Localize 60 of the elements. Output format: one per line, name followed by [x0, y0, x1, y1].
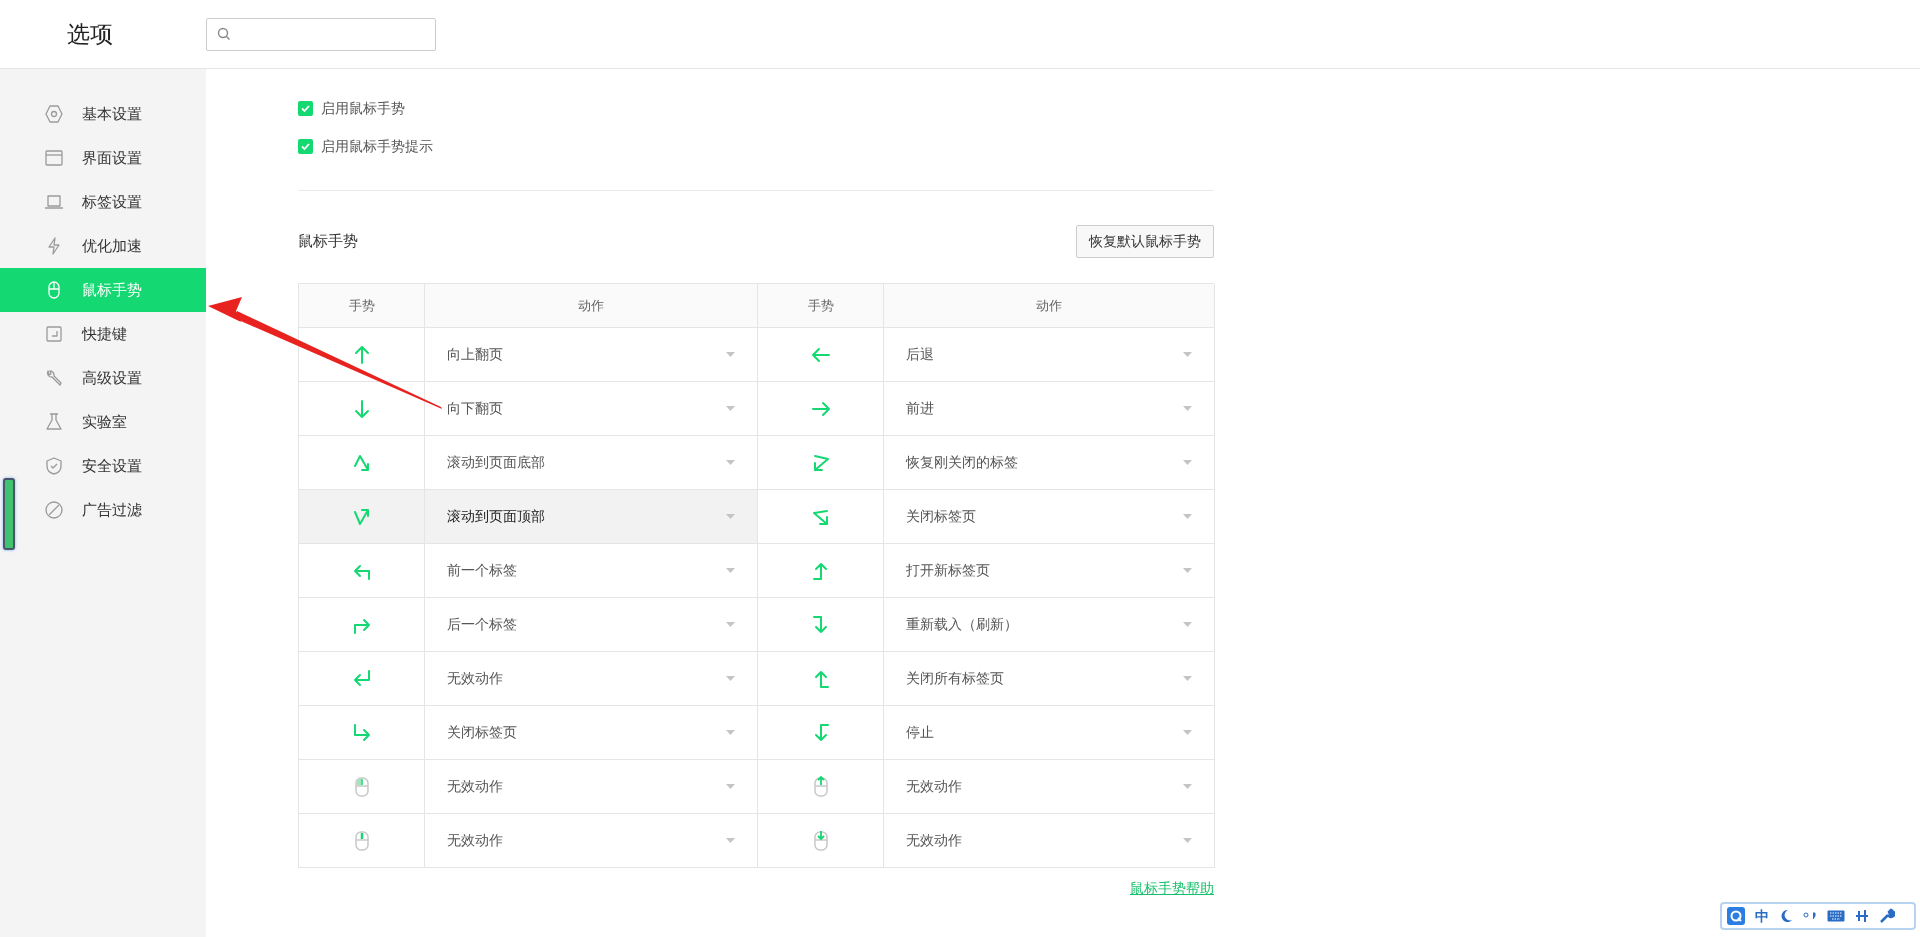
search-field[interactable]	[206, 17, 436, 51]
wrench-icon	[44, 368, 64, 388]
caret-icon	[726, 514, 735, 519]
caret-icon	[726, 460, 735, 465]
caret-icon	[1183, 514, 1192, 519]
column-header: 动作	[425, 284, 758, 328]
window-icon	[44, 148, 64, 168]
keyboard-icon[interactable]	[1827, 910, 1845, 922]
caret-icon	[726, 622, 735, 627]
checkmark-icon	[300, 141, 311, 152]
section-title: 鼠标手势	[298, 231, 358, 252]
caret-icon	[1183, 568, 1192, 573]
sidebar-item[interactable]: 优化加速	[0, 224, 206, 268]
checkbox-label: 启用鼠标手势提示	[321, 137, 433, 156]
sidebar-item[interactable]: 快捷键	[0, 312, 206, 356]
caret-icon	[726, 568, 735, 573]
caret-icon	[726, 406, 735, 411]
moon-icon[interactable]	[1779, 909, 1793, 923]
shield-check-icon	[44, 456, 64, 476]
column-header: 动作	[884, 284, 1215, 328]
wrench-icon[interactable]	[1879, 908, 1895, 924]
flask-icon	[44, 412, 64, 432]
sidebar-item[interactable]: 界面设置	[0, 136, 206, 180]
caret-icon	[1183, 784, 1192, 789]
reset-gestures-button[interactable]: 恢复默认鼠标手势	[1076, 225, 1214, 258]
caret-icon	[726, 730, 735, 735]
checkmark-icon	[300, 103, 311, 114]
caret-icon	[726, 838, 735, 843]
prohibited-icon	[44, 500, 64, 520]
column-header: 手势	[758, 284, 884, 328]
action-dropdown[interactable]: 滚动到页面顶部	[425, 490, 757, 543]
caret-icon	[1183, 838, 1192, 843]
sidebar-item[interactable]: 广告过滤	[0, 488, 206, 532]
caret-icon	[1183, 406, 1192, 411]
ime-logo-icon	[1727, 907, 1745, 925]
caret-icon	[1183, 676, 1192, 681]
sidebar-item[interactable]: 安全设置	[0, 444, 206, 488]
page-title: 选项	[67, 19, 114, 49]
checkbox[interactable]	[298, 139, 313, 154]
gear-icon	[44, 104, 64, 124]
keyboard-key-icon	[44, 324, 64, 344]
caret-icon	[1183, 460, 1192, 465]
input-mode-toggle[interactable]: 中	[1755, 905, 1769, 927]
sidebar-item[interactable]: 基本设置	[0, 92, 206, 136]
sidebar-item[interactable]: 高级设置	[0, 356, 206, 400]
checkbox-label: 启用鼠标手势	[321, 99, 405, 118]
checkbox[interactable]	[298, 101, 313, 116]
caret-icon	[726, 352, 735, 357]
punctuation-icon[interactable]	[1803, 911, 1817, 921]
laptop-icon	[44, 192, 64, 212]
column-header: 手势	[299, 284, 425, 328]
caret-icon	[1183, 622, 1192, 627]
side-handle	[3, 478, 15, 550]
caret-icon	[1183, 352, 1192, 357]
caret-icon	[726, 676, 735, 681]
sidebar-item[interactable]: 实验室	[0, 400, 206, 444]
caret-icon	[726, 784, 735, 789]
sidebar-item[interactable]: 标签设置	[0, 180, 206, 224]
search-icon	[217, 27, 231, 41]
caret-icon	[1183, 730, 1192, 735]
